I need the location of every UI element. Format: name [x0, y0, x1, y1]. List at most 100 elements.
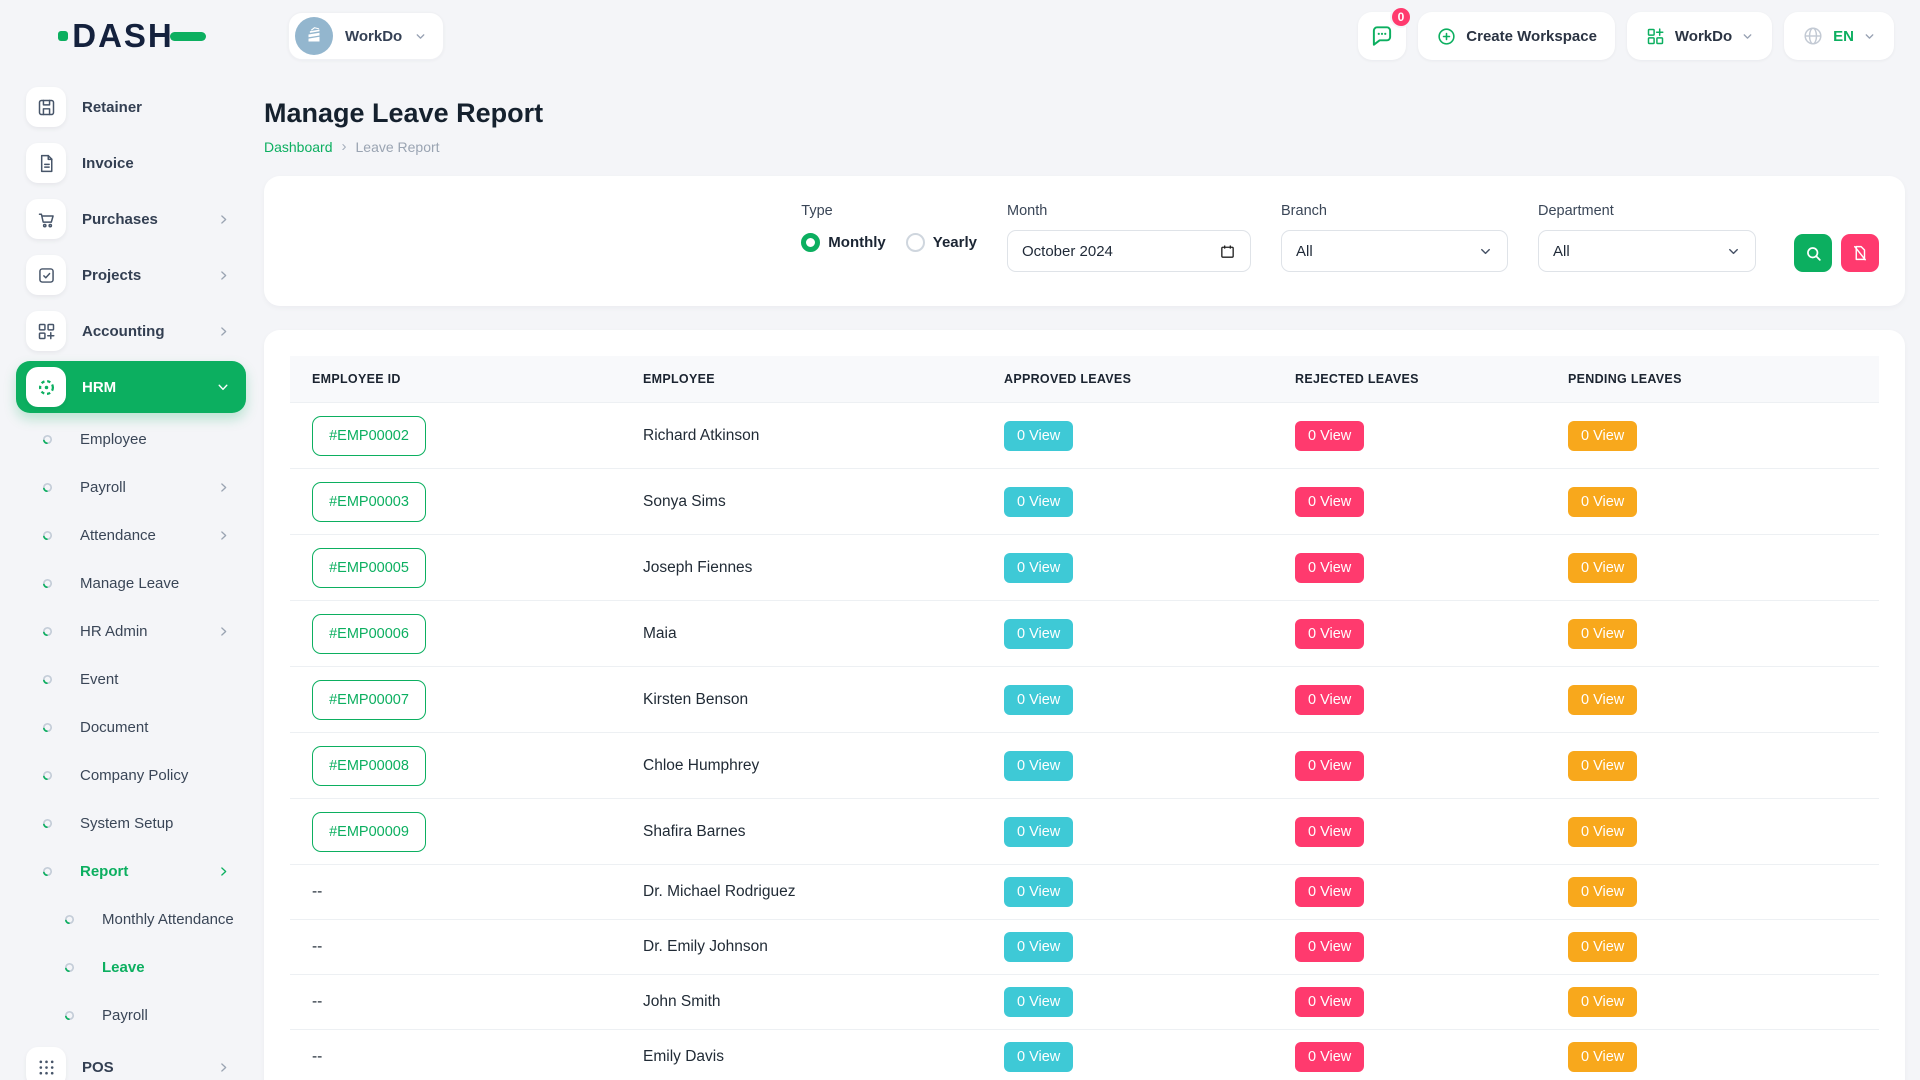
sidebar-item-company-policy[interactable]: Company Policy	[0, 751, 264, 799]
pending-leaves-badge[interactable]: 0 View	[1568, 751, 1637, 781]
pending-leaves-badge[interactable]: 0 View	[1568, 1042, 1637, 1072]
breadcrumb-dashboard-link[interactable]: Dashboard	[264, 139, 333, 155]
approved-leaves-badge[interactable]: 0 View	[1004, 751, 1073, 781]
pending-leaves-badge[interactable]: 0 View	[1568, 817, 1637, 847]
pending-leaves-badge[interactable]: 0 View	[1568, 685, 1637, 715]
messages-button[interactable]: 0	[1358, 12, 1406, 60]
pending-leaves-badge[interactable]: 0 View	[1568, 421, 1637, 451]
branch-select[interactable]: All	[1281, 230, 1508, 272]
create-workspace-label: Create Workspace	[1466, 28, 1597, 45]
rejected-leaves-badge[interactable]: 0 View	[1295, 987, 1364, 1017]
sidebar-item-employee[interactable]: Employee	[0, 415, 264, 463]
sidebar-item-accounting[interactable]: Accounting	[0, 303, 264, 359]
pending-leaves-cell: 0 View	[1546, 601, 1879, 667]
pending-leaves-badge[interactable]: 0 View	[1568, 877, 1637, 907]
approved-leaves-badge[interactable]: 0 View	[1004, 987, 1073, 1017]
rejected-leaves-badge[interactable]: 0 View	[1295, 487, 1364, 517]
sidebar-item-projects[interactable]: Projects	[0, 247, 264, 303]
sidebar-item-hrm[interactable]: HRM	[16, 361, 246, 413]
employee-id-badge[interactable]: #EMP00006	[312, 614, 426, 654]
page-title: Manage Leave Report	[264, 98, 1905, 129]
rejected-leaves-badge[interactable]: 0 View	[1295, 932, 1364, 962]
approved-leaves-badge[interactable]: 0 View	[1004, 553, 1073, 583]
employee-id-badge[interactable]: #EMP00002	[312, 416, 426, 456]
rejected-leaves-badge[interactable]: 0 View	[1295, 1042, 1364, 1072]
employee-name-cell: Dr. Michael Rodriguez	[621, 865, 982, 920]
sidebar-item-label: Payroll	[102, 1007, 148, 1024]
bullet-icon	[42, 530, 53, 541]
sidebar-item-hr-admin[interactable]: HR Admin	[0, 607, 264, 655]
language-selector[interactable]: EN	[1784, 12, 1894, 60]
sidebar-item-invoice[interactable]: Invoice	[0, 135, 264, 191]
rejected-leaves-cell: 0 View	[1273, 535, 1546, 601]
employee-id-cell: #EMP00006	[290, 601, 621, 667]
employee-id-badge[interactable]: #EMP00008	[312, 746, 426, 786]
sidebar-item-payroll[interactable]: Payroll	[0, 991, 264, 1039]
approved-leaves-badge[interactable]: 0 View	[1004, 619, 1073, 649]
pending-leaves-badge[interactable]: 0 View	[1568, 619, 1637, 649]
reset-button[interactable]	[1841, 234, 1879, 272]
type-yearly-radio[interactable]: Yearly	[906, 233, 977, 252]
rejected-leaves-badge[interactable]: 0 View	[1295, 817, 1364, 847]
sidebar-item-payroll[interactable]: Payroll	[0, 463, 264, 511]
employee-id-badge[interactable]: #EMP00007	[312, 680, 426, 720]
sidebar-item-event[interactable]: Event	[0, 655, 264, 703]
department-select[interactable]: All	[1538, 230, 1756, 272]
sidebar-item-monthly-attendance[interactable]: Monthly Attendance	[0, 895, 264, 943]
sidebar-item-label: Leave	[102, 959, 145, 976]
rejected-leaves-badge[interactable]: 0 View	[1295, 685, 1364, 715]
employee-id-badge[interactable]: #EMP00009	[312, 812, 426, 852]
chevron-right-icon	[217, 481, 230, 494]
approved-leaves-badge[interactable]: 0 View	[1004, 817, 1073, 847]
approved-leaves-cell: 0 View	[982, 1030, 1273, 1080]
pending-leaves-cell: 0 View	[1546, 1030, 1879, 1080]
approved-leaves-badge[interactable]: 0 View	[1004, 487, 1073, 517]
rejected-leaves-cell: 0 View	[1273, 469, 1546, 535]
employee-id-badge[interactable]: #EMP00003	[312, 482, 426, 522]
sidebar-item-pos[interactable]: POS	[0, 1039, 264, 1080]
approved-leaves-badge[interactable]: 0 View	[1004, 685, 1073, 715]
pending-leaves-badge[interactable]: 0 View	[1568, 553, 1637, 583]
app-switcher-button[interactable]: WorkDo	[1627, 12, 1772, 60]
sidebar-item-manage-leave[interactable]: Manage Leave	[0, 559, 264, 607]
rejected-leaves-badge[interactable]: 0 View	[1295, 553, 1364, 583]
pending-leaves-cell: 0 View	[1546, 469, 1879, 535]
type-filter-label: Type	[801, 203, 977, 219]
chevron-down-icon	[1478, 244, 1493, 259]
approved-leaves-badge[interactable]: 0 View	[1004, 421, 1073, 451]
employee-id-cell: #EMP00005	[290, 535, 621, 601]
workspace-name: WorkDo	[345, 28, 402, 45]
employee-id-cell: --	[290, 975, 621, 1030]
main-content: Manage Leave Report Dashboard › Leave Re…	[264, 72, 1905, 1080]
create-workspace-button[interactable]: Create Workspace	[1418, 12, 1615, 60]
sidebar-item-label: Document	[80, 719, 148, 736]
rejected-leaves-badge[interactable]: 0 View	[1295, 619, 1364, 649]
chevron-down-icon	[1863, 30, 1876, 43]
sidebar-item-attendance[interactable]: Attendance	[0, 511, 264, 559]
sidebar-item-system-setup[interactable]: System Setup	[0, 799, 264, 847]
rejected-leaves-badge[interactable]: 0 View	[1295, 751, 1364, 781]
branch-select-value: All	[1296, 243, 1313, 260]
employee-id-badge[interactable]: #EMP00005	[312, 548, 426, 588]
brand-logo[interactable]: DASH	[0, 17, 264, 55]
building-icon	[303, 25, 325, 47]
approved-leaves-badge[interactable]: 0 View	[1004, 877, 1073, 907]
workspace-selector[interactable]: WorkDo	[288, 12, 444, 60]
rejected-leaves-badge[interactable]: 0 View	[1295, 877, 1364, 907]
approved-leaves-badge[interactable]: 0 View	[1004, 932, 1073, 962]
type-monthly-radio[interactable]: Monthly	[801, 233, 886, 252]
rejected-leaves-badge[interactable]: 0 View	[1295, 421, 1364, 451]
sidebar-item-purchases[interactable]: Purchases	[0, 191, 264, 247]
bullet-icon	[42, 818, 53, 829]
search-button[interactable]	[1794, 234, 1832, 272]
month-picker-input[interactable]: October 2024	[1007, 230, 1251, 272]
pending-leaves-badge[interactable]: 0 View	[1568, 987, 1637, 1017]
sidebar-item-report[interactable]: Report	[0, 847, 264, 895]
sidebar-item-label: Retainer	[82, 99, 142, 116]
pending-leaves-badge[interactable]: 0 View	[1568, 487, 1637, 517]
approved-leaves-badge[interactable]: 0 View	[1004, 1042, 1073, 1072]
sidebar-item-leave[interactable]: Leave	[0, 943, 264, 991]
sidebar-item-retainer[interactable]: Retainer	[0, 79, 264, 135]
pending-leaves-badge[interactable]: 0 View	[1568, 932, 1637, 962]
sidebar-item-document[interactable]: Document	[0, 703, 264, 751]
